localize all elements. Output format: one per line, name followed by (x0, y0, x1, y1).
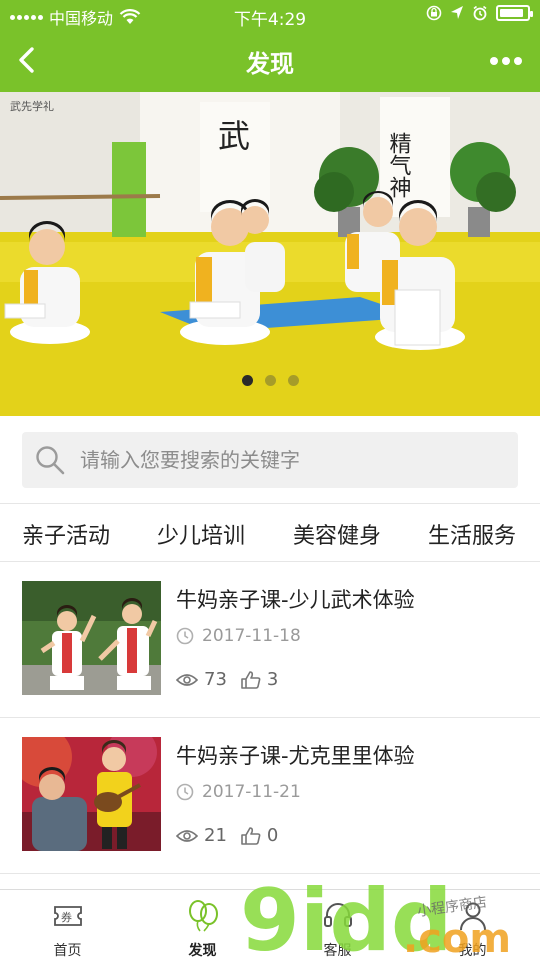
ukulele-thumbnail-image (22, 737, 161, 851)
article-stats: 21 0 (176, 825, 292, 846)
rotation-lock-icon (426, 5, 442, 21)
search-section (0, 416, 540, 504)
article-title[interactable]: 牛妈亲子课-少儿武术体验 (176, 584, 415, 614)
view-count-text: 73 (204, 669, 227, 690)
banner-carousel[interactable]: 武 精气神 武先学礼 (0, 92, 540, 416)
category-tab[interactable]: 亲子活动 (22, 518, 110, 550)
carousel-dot[interactable] (241, 375, 253, 386)
view-count: 73 (176, 669, 227, 690)
tab-label: 首页 (53, 943, 82, 959)
carousel-indicator[interactable] (0, 375, 540, 386)
article-date: 2017-11-18 (176, 626, 301, 646)
eye-icon (176, 829, 198, 842)
more-options-button[interactable] (486, 44, 526, 78)
site-watermark: 9idd .com 小程序商店 (240, 872, 511, 960)
category-bar: 亲子活动 少儿培训 美容健身 生活服务 (0, 504, 540, 562)
banner-image[interactable]: 武 精气神 武先学礼 (0, 92, 540, 416)
location-icon (451, 6, 463, 19)
coupon-label: 券 (61, 910, 72, 924)
clock-icon (176, 783, 194, 801)
article-thumbnail[interactable] (22, 737, 161, 851)
category-tab[interactable]: 美容健身 (293, 518, 381, 550)
article-list-item[interactable]: 牛妈亲子课-少儿武术体验 2017-11-18 73 3 (0, 562, 540, 718)
alarm-icon (473, 5, 487, 21)
article-date-text: 2017-11-18 (202, 626, 301, 646)
wushu-thumbnail-image (22, 581, 161, 695)
like-count[interactable]: 3 (241, 669, 278, 690)
eye-icon (176, 673, 198, 686)
article-date-text: 2017-11-21 (202, 782, 301, 802)
article-date: 2017-11-21 (176, 782, 301, 802)
search-input[interactable] (80, 444, 500, 476)
carousel-dot[interactable] (264, 375, 276, 386)
status-bar: 中国移动 下午4:29 (0, 0, 540, 30)
watermark-domain: .com (403, 916, 511, 960)
battery-icon (496, 5, 533, 21)
like-count-text: 0 (266, 825, 279, 846)
thumbs-up-icon[interactable] (241, 826, 261, 845)
article-stats: 73 3 (176, 669, 292, 690)
article-list-item[interactable]: 牛妈亲子课-尤克里里体验 2017-11-21 21 0 (0, 718, 540, 874)
tab-home[interactable]: 券 首页 (0, 890, 135, 960)
view-count-text: 21 (204, 825, 227, 846)
status-right (426, 5, 533, 21)
carousel-dot[interactable] (287, 375, 299, 386)
category-tab[interactable]: 少儿培训 (157, 518, 245, 550)
calligraphy-wall-text: 武先学礼 (10, 99, 54, 113)
battery-level (500, 9, 523, 17)
calligraphy-wu: 武 (218, 117, 250, 155)
article-thumbnail[interactable] (22, 581, 161, 695)
article-title[interactable]: 牛妈亲子课-尤克里里体验 (176, 740, 415, 770)
clock-icon (176, 627, 194, 645)
page-title: 发现 (246, 50, 294, 78)
view-count: 21 (176, 825, 227, 846)
search-icon (36, 446, 65, 475)
search-box[interactable] (22, 432, 518, 488)
like-count[interactable]: 0 (241, 825, 278, 846)
balloons-icon (188, 900, 218, 932)
thumbs-up-icon[interactable] (241, 670, 261, 689)
nav-bar: 发现 (0, 30, 540, 92)
coupon-icon: 券 (53, 906, 82, 926)
category-tab[interactable]: 生活服务 (428, 518, 516, 550)
calligraphy-jingqishen: 精气神 (386, 132, 412, 198)
like-count-text: 3 (266, 669, 279, 690)
